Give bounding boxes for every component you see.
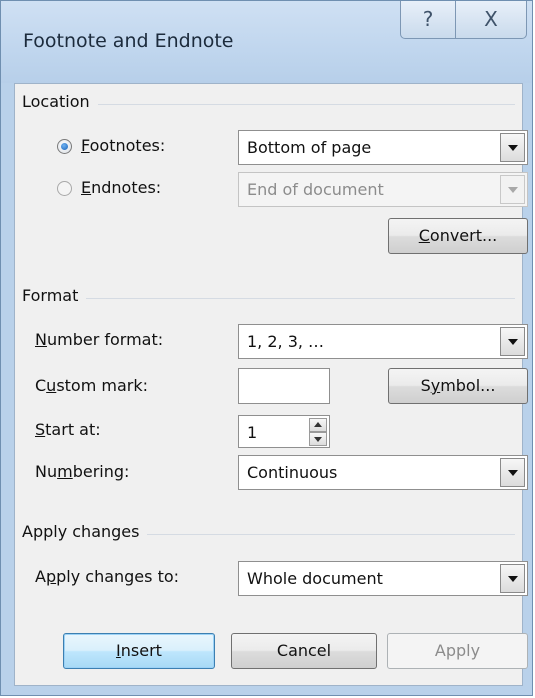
apply-changes-to-value: Whole document: [247, 569, 383, 588]
numbering-label[interactable]: Numbering:: [35, 462, 129, 481]
location-group-divider: [35, 104, 515, 105]
number-format-value: 1, 2, 3, …: [247, 332, 325, 351]
chevron-down-icon[interactable]: [500, 458, 525, 487]
cancel-button[interactable]: Cancel: [231, 633, 377, 669]
chevron-down-icon[interactable]: [500, 327, 525, 356]
custom-mark-label-text: stom mark:: [56, 376, 149, 395]
insert-label: nsert: [120, 641, 162, 660]
footnote-endnote-dialog: Footnote and Endnote ? X Location Footno…: [0, 0, 533, 696]
numbering-mnemonic: m: [57, 462, 73, 481]
number-format-label-text: umber format:: [46, 330, 164, 349]
numbering-label-pre: Nu: [35, 462, 58, 481]
apply-to-label-text: ply changes to:: [56, 567, 180, 586]
number-format-mnemonic: N: [35, 330, 47, 349]
spin-down-icon[interactable]: [309, 432, 327, 446]
footnotes-radio[interactable]: [57, 139, 72, 154]
dialog-title: Footnote and Endnote: [23, 30, 234, 52]
start-at-label-text: tart at:: [45, 420, 101, 439]
help-question-icon: ?: [422, 7, 434, 31]
format-group-label: Format: [22, 286, 87, 305]
apply-to-label-pre: A: [35, 567, 46, 586]
help-button[interactable]: ?: [400, 1, 456, 39]
start-at-label[interactable]: Start at:: [35, 420, 101, 439]
chevron-down-icon[interactable]: [500, 175, 525, 204]
custom-mark-input[interactable]: [238, 368, 330, 404]
close-x-icon: X: [484, 7, 498, 31]
close-button[interactable]: X: [455, 1, 527, 39]
chevron-down-icon[interactable]: [500, 133, 525, 162]
custom-mark-label[interactable]: Custom mark:: [35, 376, 148, 395]
radio-selected-dot: [61, 143, 68, 150]
format-group-divider: [35, 298, 515, 299]
footnotes-label-text: ootnotes:: [89, 136, 166, 155]
insert-button[interactable]: Insert: [63, 633, 215, 669]
endnotes-mnemonic: E: [81, 178, 92, 197]
symbol-mnemonic: y: [430, 376, 441, 395]
start-at-value: 1: [247, 423, 258, 442]
numbering-value: Continuous: [247, 463, 338, 482]
endnotes-label[interactable]: Endnotes:: [81, 178, 161, 197]
custom-mark-mnemonic: u: [46, 376, 57, 395]
custom-mark-label-pre: C: [35, 376, 47, 395]
title-bar[interactable]: Footnote and Endnote ? X: [1, 1, 532, 83]
apply-to-mnemonic: p: [45, 567, 57, 586]
footnotes-mnemonic: F: [81, 136, 90, 155]
apply-changes-group-label: Apply changes: [22, 522, 148, 541]
numbering-label-text: bering:: [72, 462, 130, 481]
apply-changes-to-label[interactable]: Apply changes to:: [35, 567, 179, 586]
symbol-label-pre: S: [420, 376, 431, 395]
symbol-label-text: mbol...: [440, 376, 496, 395]
number-format-label[interactable]: Number format:: [35, 330, 163, 349]
spin-up-icon[interactable]: [309, 418, 327, 432]
convert-button[interactable]: Convert...: [388, 218, 528, 254]
convert-label: onvert...: [429, 226, 498, 245]
endnotes-radio[interactable]: [57, 181, 72, 196]
endnotes-location-value: End of document: [247, 180, 384, 199]
chevron-down-icon[interactable]: [500, 564, 525, 593]
spinner-buttons: [309, 418, 327, 446]
footnotes-location-value: Bottom of page: [247, 138, 372, 157]
apply-changes-to-dropdown[interactable]: Whole document: [238, 561, 528, 596]
location-group-label: Location: [22, 92, 98, 111]
start-at-mnemonic: S: [35, 420, 46, 439]
symbol-button[interactable]: Symbol...: [388, 368, 528, 404]
numbering-dropdown[interactable]: Continuous: [238, 455, 528, 490]
number-format-dropdown[interactable]: 1, 2, 3, …: [238, 324, 528, 359]
apply-button[interactable]: Apply: [387, 633, 528, 669]
convert-mnemonic: C: [418, 226, 430, 245]
endnotes-location-dropdown[interactable]: End of document: [238, 172, 528, 207]
footnotes-label[interactable]: Footnotes:: [81, 136, 165, 155]
footnotes-location-dropdown[interactable]: Bottom of page: [238, 130, 528, 165]
start-at-spinner[interactable]: 1: [238, 415, 330, 448]
endnotes-label-text: ndnotes:: [91, 178, 162, 197]
dialog-body: Location Footnotes: Bottom of page Endno…: [14, 83, 528, 686]
